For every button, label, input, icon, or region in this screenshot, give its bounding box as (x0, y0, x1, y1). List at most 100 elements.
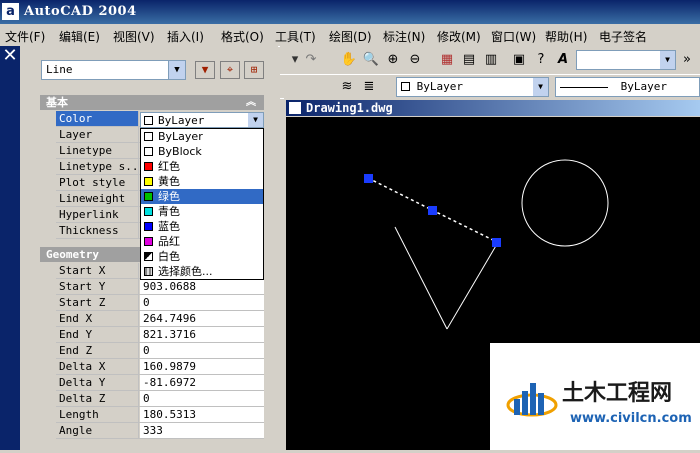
color-option-byblock[interactable]: ByBlock (141, 144, 263, 159)
chevron-down-icon[interactable]: ▼ (533, 78, 548, 96)
prop-row-start-y[interactable]: Start Y 903.0688 (56, 279, 264, 295)
menu-file[interactable]: 文件(F) (5, 28, 45, 45)
prop-value[interactable]: 0 (140, 391, 264, 406)
grip-midpoint[interactable] (428, 206, 437, 215)
color-swatch (144, 147, 153, 156)
prop-row-end-x[interactable]: End X 264.7496 (56, 311, 264, 327)
properties-icon[interactable]: ▦ (438, 51, 456, 69)
menu-tools[interactable]: 工具(T) (275, 28, 316, 45)
prop-row-end-z[interactable]: End Z 0 (56, 343, 264, 359)
prop-row-delta-x[interactable]: Delta X 160.9879 (56, 359, 264, 375)
prop-value[interactable]: 903.0688 (140, 279, 264, 294)
object-type-value: Line (46, 63, 73, 76)
grip-end[interactable] (492, 238, 501, 247)
select-objects-icon[interactable]: ⌖ (220, 61, 240, 79)
selected-line-segment[interactable] (431, 209, 498, 243)
object-type-select[interactable]: Line ▼ (41, 60, 186, 80)
document-titlebar[interactable]: Drawing1.dwg (286, 100, 700, 116)
prop-row-length[interactable]: Length 180.5313 (56, 407, 264, 423)
prop-name: Hyperlink (56, 207, 139, 222)
color-option-cyan[interactable]: 青色 (141, 204, 263, 219)
color-option-blue[interactable]: 蓝色 (141, 219, 263, 234)
chevron-down-icon[interactable]: ▼ (168, 61, 185, 79)
menu-insert[interactable]: 插入(I) (167, 28, 204, 45)
layer-color-select[interactable]: ByLayer ▼ (396, 77, 549, 97)
linetype-select[interactable]: ByLayer (555, 77, 700, 97)
watermark: 土木工程网 www.civilcn.com (490, 343, 700, 450)
chevron-down-icon[interactable]: ▼ (660, 51, 675, 69)
prop-row-start-z[interactable]: Start Z 0 (56, 295, 264, 311)
prop-name: Start X (56, 263, 139, 278)
category-basic[interactable]: 基本 ︽ (40, 95, 264, 110)
prop-value[interactable]: 160.9879 (140, 359, 264, 374)
layer-previous-icon[interactable]: ≣ (360, 78, 378, 96)
watermark-logo-icon (506, 383, 558, 417)
text-style-icon[interactable]: A (554, 51, 572, 69)
color-option-magenta[interactable]: 品红 (141, 234, 263, 249)
menu-view[interactable]: 视图(V) (113, 28, 155, 45)
markup-icon[interactable]: ▣ (510, 51, 528, 69)
color-option-yellow[interactable]: 黄色 (141, 174, 263, 189)
prop-value[interactable]: 264.7496 (140, 311, 264, 326)
prop-value[interactable]: 0 (140, 343, 264, 358)
selected-line[interactable] (367, 177, 433, 211)
chevron-down-icon[interactable]: ▼ (248, 113, 263, 127)
prop-name: Delta Z (56, 391, 139, 406)
prop-name: Delta Y (56, 375, 139, 390)
menu-dimension[interactable]: 标注(N) (383, 28, 425, 45)
color-palette-icon (144, 267, 153, 276)
drawn-circle[interactable] (521, 159, 609, 247)
zoom-previous-icon[interactable]: ⊖ (406, 51, 424, 69)
option-label: 蓝色 (158, 220, 180, 233)
menu-draw[interactable]: 绘图(D) (329, 28, 372, 45)
redo-icon[interactable]: ↷ (302, 51, 320, 69)
close-icon[interactable]: ✕ (2, 46, 18, 66)
prop-value[interactable]: -81.6972 (140, 375, 264, 390)
color-select[interactable]: ByLayer ▼ (140, 112, 264, 128)
prop-name: Thickness (56, 223, 139, 238)
prop-row-angle[interactable]: Angle 333 (56, 423, 264, 439)
zoom-realtime-icon[interactable]: 🔍 (362, 51, 380, 69)
zoom-window-icon[interactable]: ⊕ (384, 51, 402, 69)
app-logo-icon[interactable]: a (2, 3, 19, 20)
palette-titlebar[interactable] (0, 46, 20, 450)
prop-value[interactable]: 180.5313 (140, 407, 264, 422)
color-option-green[interactable]: 绿色 (141, 189, 263, 204)
prop-name: End X (56, 311, 139, 326)
color-swatch (144, 116, 153, 125)
document-icon (289, 102, 301, 114)
layer-manager-icon[interactable]: ≋ (338, 78, 356, 96)
menu-help[interactable]: 帮助(H) (545, 28, 587, 45)
menu-modify[interactable]: 修改(M) (437, 28, 481, 45)
prop-name: End Y (56, 327, 139, 342)
pan-realtime-icon[interactable]: ✋ (340, 51, 358, 69)
tool-palettes-icon[interactable]: ▥ (482, 51, 500, 69)
drawn-line-left[interactable] (394, 226, 448, 330)
color-option-white[interactable]: 白色 (141, 249, 263, 264)
color-swatch (144, 252, 153, 261)
prop-row-end-y[interactable]: End Y 821.3716 (56, 327, 264, 343)
color-option-red[interactable]: 红色 (141, 159, 263, 174)
toolbar-overflow-icon[interactable]: » (678, 51, 696, 69)
prop-value[interactable]: 0 (140, 295, 264, 310)
quick-select-icon[interactable]: ⊞ (244, 61, 264, 79)
design-center-icon[interactable]: ▤ (460, 51, 478, 69)
prop-value[interactable]: 333 (140, 423, 264, 438)
menu-format[interactable]: 格式(O) (221, 28, 264, 45)
prop-value[interactable]: 821.3716 (140, 327, 264, 342)
help-icon[interactable]: ? (532, 51, 550, 69)
menu-edit[interactable]: 编辑(E) (59, 28, 100, 45)
prop-name: Color (56, 111, 139, 126)
drawn-line-right[interactable] (446, 243, 498, 330)
color-option-select-color[interactable]: 选择颜色... (141, 264, 263, 279)
prop-row-delta-z[interactable]: Delta Z 0 (56, 391, 264, 407)
prop-row-delta-y[interactable]: Delta Y -81.6972 (56, 375, 264, 391)
text-style-select[interactable]: ▼ (576, 50, 676, 70)
menu-window[interactable]: 窗口(W) (491, 28, 536, 45)
toggle-pickadd-icon[interactable]: ▼ (195, 61, 215, 79)
collapse-icon[interactable]: ︽ (246, 95, 256, 110)
linetype-sample (560, 86, 608, 88)
grip-start[interactable] (364, 174, 373, 183)
color-option-bylayer[interactable]: ByLayer (141, 129, 263, 144)
menu-signature[interactable]: 电子签名 (599, 28, 647, 45)
